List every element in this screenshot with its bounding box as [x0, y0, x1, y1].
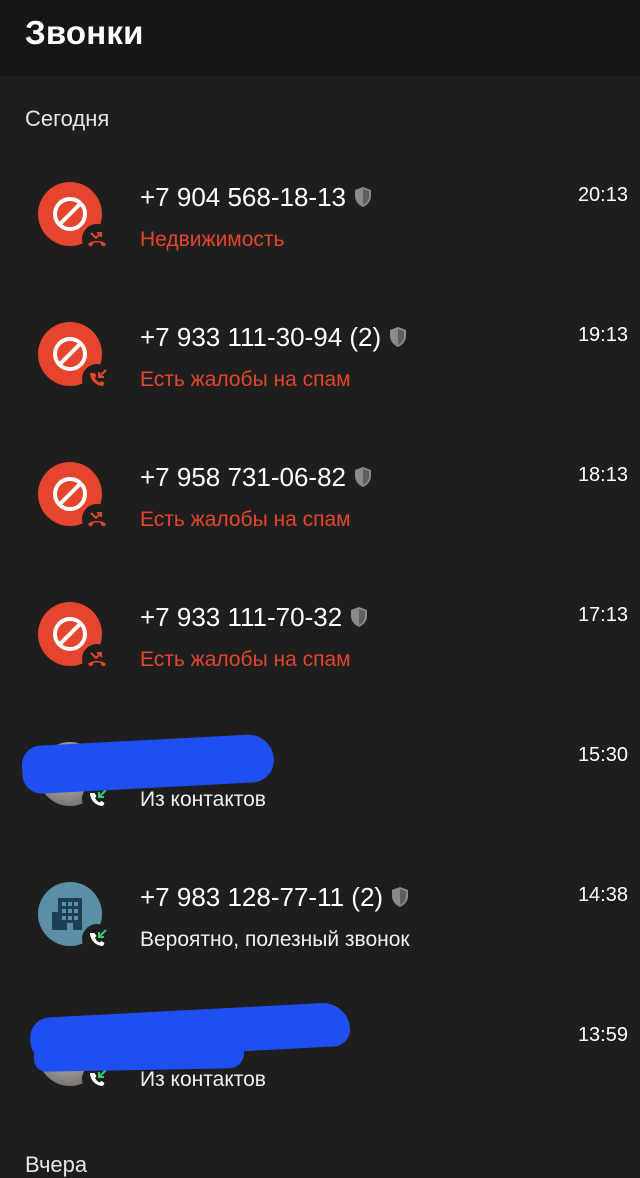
- top-app-bar: Звонки: [0, 0, 640, 76]
- call-direction-badge: [82, 224, 112, 254]
- caller-number: +7 983 128-77-11 (2): [140, 882, 409, 913]
- shield-icon: [390, 327, 407, 348]
- call-log-item[interactable]: +7 983 128-77-11 (2) Вероятно, полезный …: [0, 860, 640, 990]
- call-direction-badge: [82, 364, 112, 394]
- shield-icon: [351, 607, 368, 628]
- call-log-item[interactable]: Из контактов 13:59: [0, 1000, 640, 1130]
- call-direction-badge: [82, 644, 112, 674]
- call-label: Из контактов: [140, 788, 266, 811]
- shield-icon: [355, 187, 372, 208]
- redaction-scribble: [33, 1038, 245, 1072]
- call-label: Есть жалобы на спам: [140, 648, 351, 671]
- caller-number: +7 933 111-70-32: [140, 602, 368, 633]
- call-log-item[interactable]: +7 933 111-30-94 (2) Есть жалобы на спам…: [0, 300, 640, 430]
- caller-number: +7 933 111-30-94 (2): [140, 322, 407, 353]
- shield-icon: [355, 467, 372, 488]
- caller-number: +7 904 568-18-13: [140, 182, 372, 213]
- section-header-today: Сегодня: [25, 106, 110, 131]
- call-log-item[interactable]: Из контактов 15:30: [0, 720, 640, 850]
- shield-icon: [392, 887, 409, 908]
- call-label: Недвижимость: [140, 228, 285, 251]
- call-label: Есть жалобы на спам: [140, 508, 351, 531]
- call-time: 17:13: [577, 604, 628, 626]
- call-log-item[interactable]: +7 904 568-18-13 Недвижимость 20:13: [0, 160, 640, 290]
- call-time: 19:13: [577, 324, 628, 346]
- missed-call-icon: [88, 512, 106, 527]
- incoming-call-icon: [90, 929, 107, 946]
- call-label: Есть жалобы на спам: [140, 368, 351, 391]
- call-time: 20:13: [577, 184, 628, 206]
- call-time: 15:30: [577, 744, 628, 766]
- missed-call-icon: [88, 652, 106, 667]
- call-log-item[interactable]: +7 958 731-06-82 Есть жалобы на спам 18:…: [0, 440, 640, 570]
- section-header-yesterday: Вчера: [25, 1152, 88, 1177]
- call-log-item[interactable]: +7 933 111-70-32 Есть жалобы на спам 17:…: [0, 580, 640, 710]
- missed-call-icon: [88, 232, 106, 247]
- call-direction-badge: [82, 504, 112, 534]
- call-time: 14:38: [577, 884, 628, 906]
- call-label: Из контактов: [140, 1068, 266, 1091]
- call-time: 13:59: [577, 1024, 628, 1046]
- call-direction-badge: [82, 924, 112, 954]
- caller-number: +7 958 731-06-82: [140, 462, 372, 493]
- page-title: Звонки: [25, 14, 144, 51]
- call-time: 18:13: [577, 464, 628, 486]
- incoming-call-icon: [90, 369, 107, 386]
- call-label: Вероятно, полезный звонок: [140, 928, 410, 951]
